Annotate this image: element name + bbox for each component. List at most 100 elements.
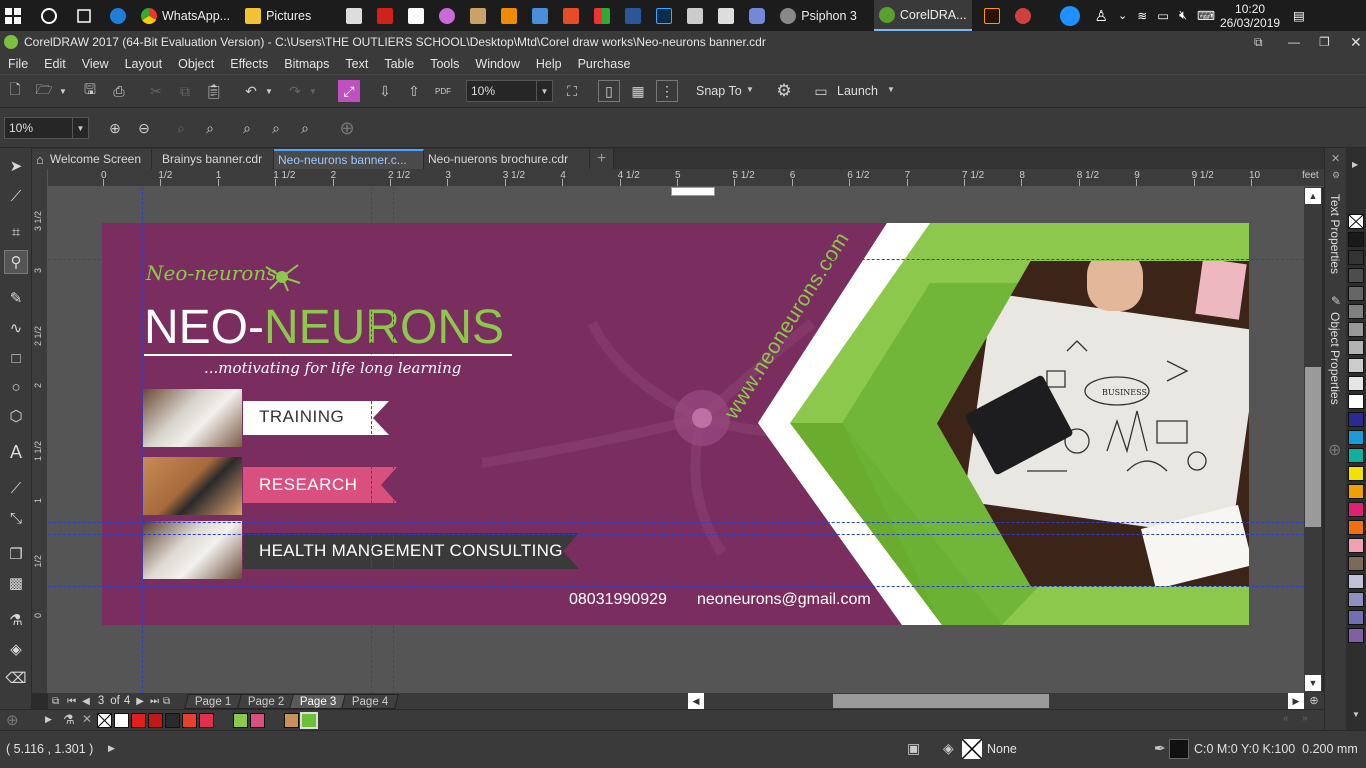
maximize-button[interactable]: ❐ <box>1319 35 1330 49</box>
swatch-none[interactable] <box>1348 214 1364 229</box>
vertical-ruler[interactable]: 3 1/2 3 2 1/2 2 1 1/2 1 1/2 0 <box>32 169 48 693</box>
add-palette-icon[interactable]: ⊕ <box>6 711 19 729</box>
palette-swatch[interactable] <box>165 713 180 728</box>
gear-icon[interactable]: ⚙ <box>1332 170 1340 181</box>
palette-swatch[interactable] <box>182 713 197 728</box>
tray-people[interactable]: ♙ <box>1090 0 1113 31</box>
text-tool[interactable]: A <box>4 440 28 464</box>
tab-neo-neurons-banner[interactable]: Neo-neurons banner.c... <box>274 149 425 169</box>
restore-layout-icon[interactable]: ⧉ <box>1254 35 1263 50</box>
horizontal-ruler[interactable]: 0 1/2 1 1 1/2 2 2 1/2 3 3 1/2 4 4 1/2 5 5 1/2 6 6 1/2… <box>48 169 1324 187</box>
last-page-icon[interactable]: ⏭ <box>150 696 159 707</box>
undo-dropdown[interactable]: ▼ <box>262 80 276 102</box>
palette-swatch[interactable] <box>250 713 265 728</box>
show-grid-button[interactable]: ▦ <box>627 80 649 102</box>
undo-button[interactable]: ↶ <box>240 80 262 102</box>
palette-swatch[interactable] <box>1348 520 1364 535</box>
outline-swatch[interactable] <box>1169 739 1189 759</box>
print-button[interactable]: ⎙ <box>108 80 130 102</box>
taskbar-pinned-discord[interactable] <box>744 0 775 31</box>
palette-swatch[interactable] <box>114 713 129 728</box>
tray-battery[interactable]: ▭ <box>1152 0 1174 31</box>
menu-layout[interactable]: Layout <box>117 57 171 71</box>
status-expand-icon[interactable]: ▶ <box>108 743 115 754</box>
zoom-levels-combo[interactable]: 10% ▼ <box>4 117 89 139</box>
page-setup-icon[interactable]: ⧉ <box>52 696 59 707</box>
tab-brainys-banner[interactable]: Brainys banner.cdr <box>152 149 275 169</box>
palette-scroll-icon[interactable]: » <box>1302 713 1308 724</box>
horizontal-scroll-thumb[interactable] <box>833 694 1049 708</box>
menu-effects[interactable]: Effects <box>222 57 276 71</box>
add-button[interactable]: ⊕ <box>336 117 358 139</box>
palette-swatch[interactable] <box>1348 628 1364 643</box>
palette-swatch[interactable] <box>284 713 299 728</box>
tray-chevron[interactable]: ⌄ <box>1113 0 1132 31</box>
rectangle-tool[interactable]: □ <box>4 346 28 370</box>
menu-bitmaps[interactable]: Bitmaps <box>276 57 337 71</box>
scroll-up-arrow-icon[interactable]: ▲ <box>1305 188 1321 204</box>
launch-dropdown[interactable]: Launch <box>837 84 878 98</box>
eyedropper-icon[interactable]: ⚗ <box>63 712 75 728</box>
palette-swatch[interactable] <box>1348 448 1364 463</box>
ellipse-tool[interactable]: ○ <box>4 375 28 399</box>
tray-volume[interactable]: 🔇︎ <box>1174 0 1192 31</box>
swatch-none[interactable] <box>97 713 112 728</box>
palette-swatch[interactable] <box>1348 322 1364 337</box>
guideline[interactable] <box>371 187 372 693</box>
palette-menu-icon[interactable]: ▶ <box>45 714 52 725</box>
taskbar-pinned-photoshop[interactable] <box>651 0 682 31</box>
color-proofing-icon[interactable]: ▣ <box>907 740 920 757</box>
palette-swatch[interactable] <box>1348 592 1364 607</box>
page-tab-2[interactable]: Page 2 <box>236 693 296 709</box>
show-guidelines-button[interactable]: ⋮ <box>656 80 678 102</box>
task-view-button[interactable] <box>63 0 98 31</box>
launch-icon-button[interactable]: ▭ <box>810 80 832 102</box>
new-document-button[interactable]: 🗋 <box>4 80 26 102</box>
menu-view[interactable]: View <box>74 57 117 71</box>
palette-swatch[interactable] <box>1348 304 1364 319</box>
taskbar-app-whatsapp[interactable]: WhatsApp... <box>136 0 235 31</box>
palette-scroll-up-icon[interactable]: ▶ <box>1352 160 1358 169</box>
search-button[interactable] <box>26 0 63 31</box>
palette-swatch[interactable] <box>1348 502 1364 517</box>
previous-page-icon[interactable]: ◀ <box>82 696 90 707</box>
pick-tool[interactable]: ➤ <box>4 154 28 178</box>
page-tab-1[interactable]: Page 1 <box>184 693 243 709</box>
palette-swatch[interactable] <box>1348 358 1364 373</box>
palette-swatch[interactable] <box>1348 232 1364 247</box>
navigator-icon[interactable]: ⊕ <box>1306 693 1322 709</box>
menu-help[interactable]: Help <box>528 57 570 71</box>
new-tab-button[interactable]: + <box>590 149 615 169</box>
zoom-height-button[interactable]: ⌕ <box>294 117 316 139</box>
taskbar-pinned-image[interactable] <box>527 0 558 31</box>
close-button[interactable]: ✕ <box>1350 34 1362 51</box>
palette-swatch[interactable] <box>1348 430 1364 445</box>
guideline[interactable] <box>393 187 394 693</box>
taskbar-pinned-vlc[interactable] <box>496 0 527 31</box>
menu-purchase[interactable]: Purchase <box>570 57 639 71</box>
menu-file[interactable]: File <box>0 57 36 71</box>
menu-object[interactable]: Object <box>170 57 222 71</box>
taskbar-pinned-illustrator[interactable] <box>972 0 1010 31</box>
save-button[interactable]: 🖫 <box>79 80 101 102</box>
taskbar-pinned-paint[interactable] <box>558 0 589 31</box>
taskbar-pinned-store[interactable] <box>316 0 372 31</box>
scroll-left-arrow-icon[interactable]: ◀ <box>688 693 704 709</box>
banner-page[interactable]: BUSINESS www.neoneurons.com Neo-neurons … <box>102 223 1249 625</box>
taskbar-app-pictures[interactable]: Pictures <box>235 0 316 31</box>
palette-swatch[interactable] <box>1348 538 1364 553</box>
interactive-fill-tool[interactable]: ◈ <box>4 637 28 661</box>
palette-swatch[interactable] <box>1348 556 1364 571</box>
palette-swatch[interactable] <box>1348 268 1364 283</box>
guideline[interactable] <box>48 586 1304 587</box>
full-screen-preview-button[interactable]: ⛶ <box>561 80 583 102</box>
palette-swatch[interactable] <box>1348 250 1364 265</box>
text-properties-tab[interactable]: Text Properties <box>1328 194 1342 274</box>
snap-to-dropdown[interactable]: Snap To <box>696 84 742 98</box>
palette-swatch[interactable] <box>233 713 248 728</box>
guideline[interactable] <box>48 534 1304 535</box>
vertical-scrollbar[interactable]: ▲ ▼ <box>1304 187 1322 693</box>
taskbar-app-psiphon[interactable]: Psiphon 3 <box>775 0 862 31</box>
zoom-width-button[interactable]: ⌕ <box>265 117 287 139</box>
guideline[interactable] <box>142 187 143 693</box>
